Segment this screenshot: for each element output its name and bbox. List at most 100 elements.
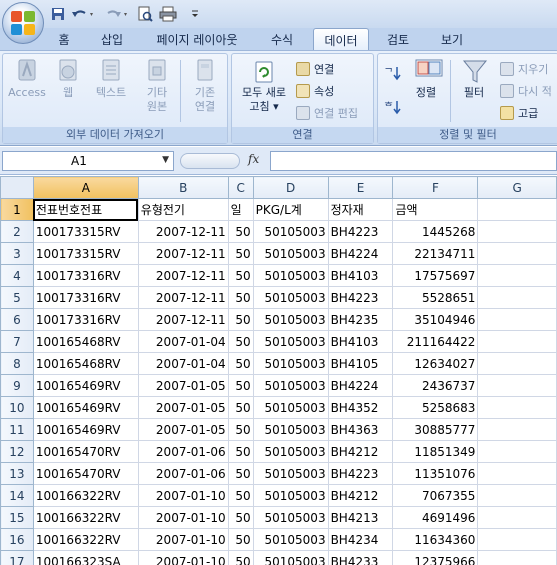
cell-e[interactable]: BH4223: [327, 220, 394, 243]
row-header[interactable]: 2: [0, 220, 34, 243]
cell-c[interactable]: 50: [227, 352, 254, 375]
cell-f[interactable]: 2436737: [392, 374, 479, 397]
save-icon[interactable]: [50, 5, 66, 23]
row-header[interactable]: 3: [0, 242, 34, 265]
row-header[interactable]: 8: [0, 352, 34, 375]
cell-a[interactable]: 100166322RV: [32, 506, 139, 529]
cell-c[interactable]: 50: [227, 550, 254, 565]
tab-formulas[interactable]: 수식: [260, 29, 304, 50]
cell-e[interactable]: BH4233: [327, 550, 394, 565]
cell-b[interactable]: 2007-12-11: [137, 308, 229, 331]
cell-f[interactable]: 30885777: [392, 418, 479, 441]
cell-c[interactable]: 50: [227, 220, 254, 243]
cell-d[interactable]: 50105003: [252, 484, 329, 507]
cell-c[interactable]: 50: [227, 242, 254, 265]
cell-b[interactable]: 2007-01-04: [137, 330, 229, 353]
cell-g[interactable]: [477, 440, 557, 463]
cell-e[interactable]: 정자재: [327, 198, 394, 221]
cell-c[interactable]: 50: [227, 440, 254, 463]
row-header[interactable]: 13: [0, 462, 34, 485]
cell-d[interactable]: 50105003: [252, 374, 329, 397]
other-sources-button[interactable]: 기타 원본: [135, 58, 179, 114]
row-header[interactable]: 15: [0, 506, 34, 529]
cell-g[interactable]: [477, 352, 557, 375]
select-all-corner[interactable]: [0, 176, 34, 199]
cell-a[interactable]: 100165470RV: [32, 462, 139, 485]
properties-button[interactable]: 속성: [296, 82, 334, 100]
cell-e[interactable]: BH4224: [327, 242, 394, 265]
row-header[interactable]: 6: [0, 308, 34, 331]
cell-e[interactable]: BH4213: [327, 506, 394, 529]
cell-a[interactable]: 100165468RV: [32, 330, 139, 353]
cell-f[interactable]: 1445268: [392, 220, 479, 243]
cell-b[interactable]: 2007-01-05: [137, 374, 229, 397]
cell-b[interactable]: 2007-12-11: [137, 242, 229, 265]
cell-c[interactable]: 일: [227, 198, 254, 221]
cell-a[interactable]: 100166323SA: [32, 550, 139, 565]
cell-g[interactable]: [477, 484, 557, 507]
tab-insert[interactable]: 삽입: [90, 29, 134, 50]
cell-a[interactable]: 100165470RV: [32, 440, 139, 463]
row-header[interactable]: 9: [0, 374, 34, 397]
cell-e[interactable]: BH4103: [327, 264, 394, 287]
web-button[interactable]: 웹: [51, 58, 85, 100]
cell-e[interactable]: BH4212: [327, 484, 394, 507]
column-header-b[interactable]: B: [137, 176, 229, 199]
cell-c[interactable]: 50: [227, 462, 254, 485]
cell-e[interactable]: BH4235: [327, 308, 394, 331]
cell-f[interactable]: 7067355: [392, 484, 479, 507]
cell-c[interactable]: 50: [227, 286, 254, 309]
quick-print-icon[interactable]: [158, 5, 178, 23]
cell-b[interactable]: 2007-01-10: [137, 506, 229, 529]
cell-g[interactable]: [477, 286, 557, 309]
row-header[interactable]: 17: [0, 550, 34, 565]
connections-button[interactable]: 연결: [296, 60, 334, 78]
edit-links-button[interactable]: 연결 편집: [296, 104, 358, 122]
row-header[interactable]: 16: [0, 528, 34, 551]
column-header-f[interactable]: F: [392, 176, 479, 199]
cell-f[interactable]: 17575697: [392, 264, 479, 287]
tab-page-layout[interactable]: 페이지 레이아웃: [143, 29, 251, 50]
cell-g[interactable]: [477, 220, 557, 243]
cell-b[interactable]: 유형전기: [137, 198, 229, 221]
cell-b[interactable]: 2007-01-10: [137, 484, 229, 507]
cell-g[interactable]: [477, 462, 557, 485]
row-header[interactable]: 10: [0, 396, 34, 419]
insert-function-icon[interactable]: fx: [248, 152, 259, 166]
print-preview-icon[interactable]: [136, 5, 154, 23]
cell-b[interactable]: 2007-12-11: [137, 286, 229, 309]
tab-data[interactable]: 데이터: [313, 28, 369, 51]
cell-e[interactable]: BH4105: [327, 352, 394, 375]
clear-filter-button[interactable]: 지우기: [500, 60, 548, 78]
column-header-c[interactable]: C: [227, 176, 254, 199]
undo-icon[interactable]: [70, 5, 96, 23]
cell-e[interactable]: BH4212: [327, 440, 394, 463]
customize-icon[interactable]: [190, 5, 200, 23]
advanced-filter-button[interactable]: 고급: [500, 104, 538, 122]
cell-a[interactable]: 100165469RV: [32, 396, 139, 419]
cell-e[interactable]: BH4234: [327, 528, 394, 551]
cell-f[interactable]: 22134711: [392, 242, 479, 265]
cell-b[interactable]: 2007-12-11: [137, 264, 229, 287]
cell-a[interactable]: 100173316RV: [32, 264, 139, 287]
cell-e[interactable]: BH4103: [327, 330, 394, 353]
cell-g[interactable]: [477, 550, 557, 565]
filter-button[interactable]: 필터: [454, 58, 494, 100]
cell-a[interactable]: 100173316RV: [32, 286, 139, 309]
cell-b[interactable]: 2007-01-06: [137, 462, 229, 485]
cell-g[interactable]: [477, 506, 557, 529]
cell-b[interactable]: 2007-12-11: [137, 220, 229, 243]
sort-button[interactable]: 정렬: [406, 58, 446, 100]
column-header-d[interactable]: D: [252, 176, 329, 199]
cell-d[interactable]: 50105003: [252, 308, 329, 331]
access-button[interactable]: Access: [7, 58, 47, 100]
formula-bar-splitter[interactable]: [180, 153, 240, 169]
sort-descending-button[interactable]: ᄒ: [384, 98, 402, 116]
cell-a[interactable]: 100165468RV: [32, 352, 139, 375]
cell-d[interactable]: 50105003: [252, 352, 329, 375]
cell-f[interactable]: 12375966: [392, 550, 479, 565]
cell-g[interactable]: [477, 418, 557, 441]
cell-d[interactable]: 50105003: [252, 330, 329, 353]
cell-g[interactable]: [477, 330, 557, 353]
cell-a[interactable]: 100173316RV: [32, 308, 139, 331]
